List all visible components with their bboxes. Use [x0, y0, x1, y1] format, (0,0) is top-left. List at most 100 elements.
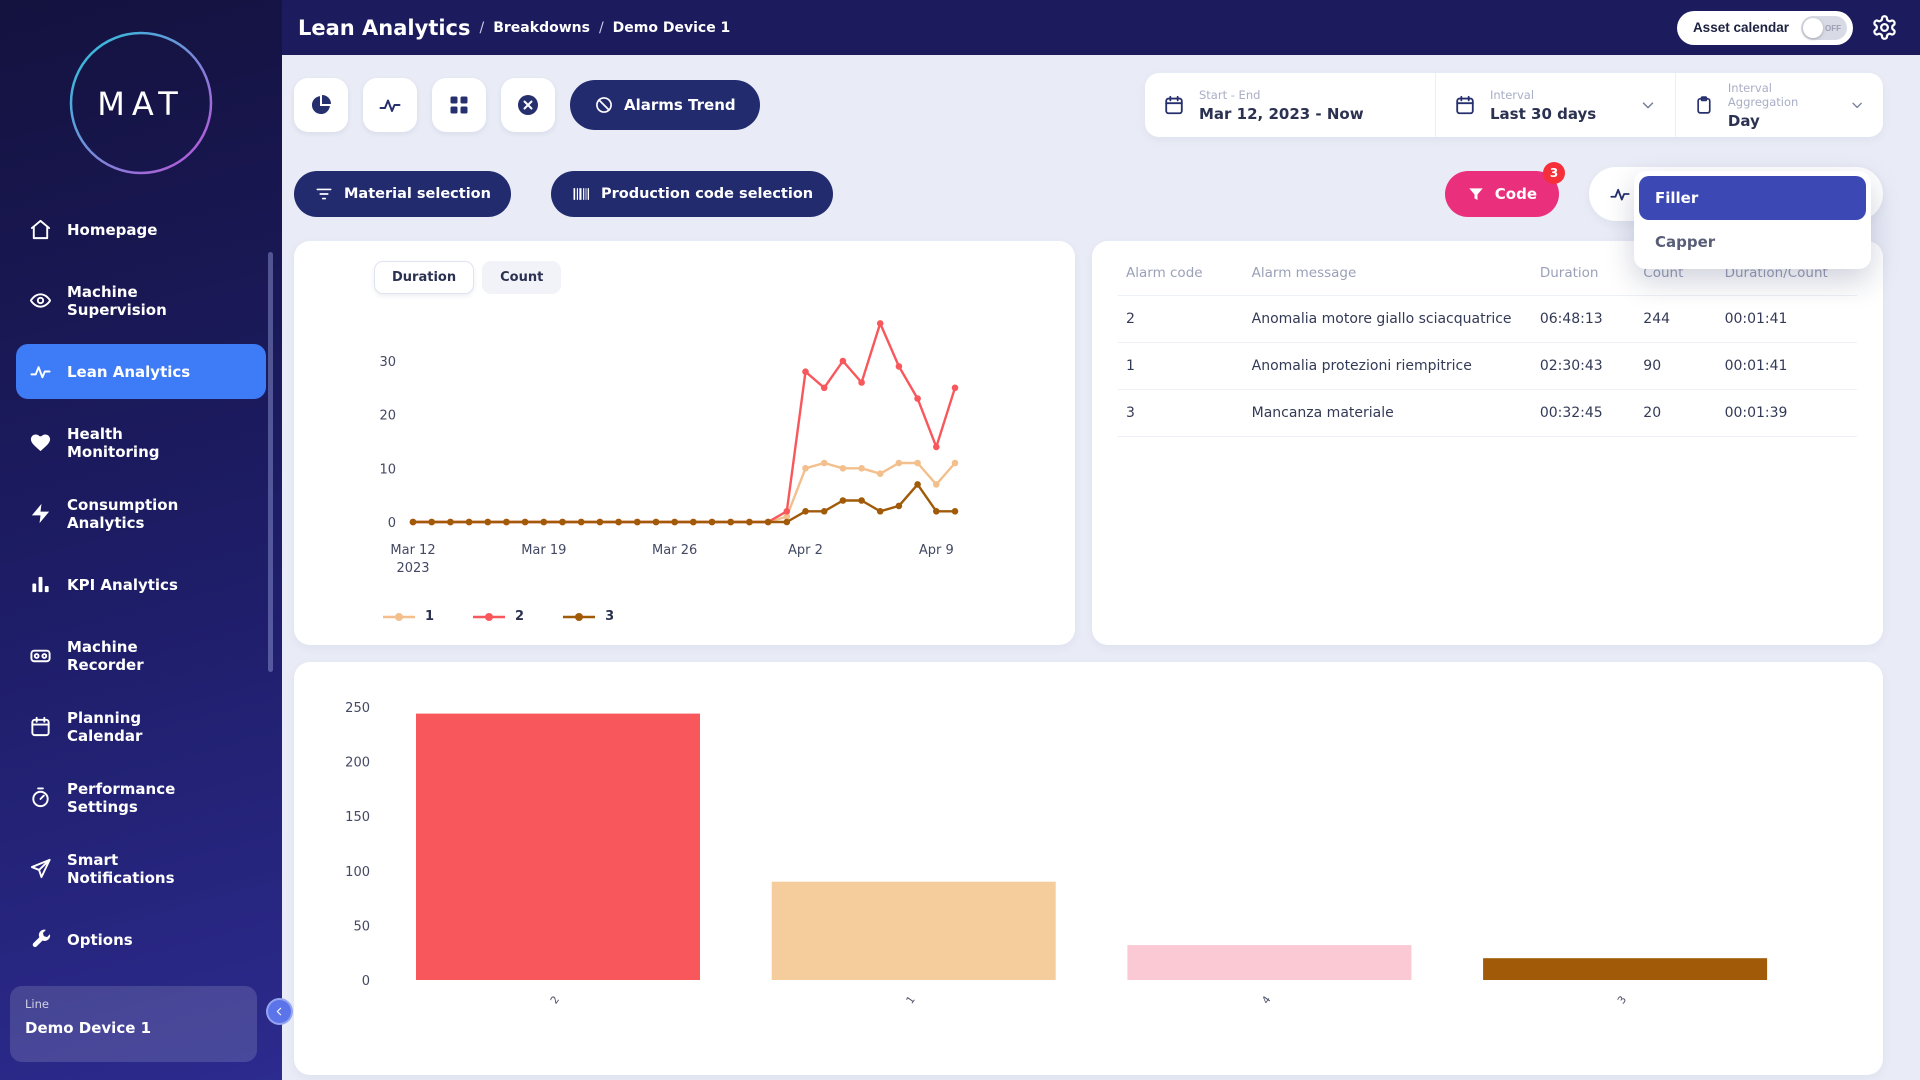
toggle-knob	[1803, 18, 1823, 38]
svg-text:2023: 2023	[396, 561, 429, 576]
production-code-selection-button[interactable]: Production code selection	[551, 171, 833, 217]
svg-text:1: 1	[904, 994, 918, 1006]
material-selection-button[interactable]: Material selection	[294, 171, 511, 217]
svg-text:100: 100	[345, 865, 370, 880]
sidebar-item-health-monitoring[interactable]: Health Monitoring	[16, 415, 266, 470]
asset-calendar-toggle[interactable]: Asset calendar OFF	[1677, 11, 1853, 45]
sidebar-item-label: Health Monitoring	[67, 425, 219, 461]
table-cell: 02:30:43	[1532, 343, 1635, 390]
asset-calendar-label: Asset calendar	[1693, 20, 1789, 35]
svg-text:200: 200	[345, 756, 370, 771]
date-range-card: Start - End Mar 12, 2023 - Now Interval …	[1145, 73, 1883, 137]
table-cell: 3	[1118, 390, 1244, 437]
device-card[interactable]: Line Demo Device 1	[10, 986, 257, 1062]
calendar-icon	[1454, 94, 1476, 116]
alarms-trend-button[interactable]: Alarms Trend	[570, 80, 760, 130]
chevron-left-icon	[273, 1005, 286, 1018]
breadcrumb-breakdowns[interactable]: Breakdowns	[493, 20, 590, 36]
table-cell: 06:48:13	[1532, 296, 1635, 343]
charts-row: DurationCount 0102030Mar 122023Mar 19Mar…	[294, 241, 1883, 645]
table-row[interactable]: 3Mancanza materiale00:32:452000:01:39	[1118, 390, 1857, 437]
view-switcher	[294, 78, 555, 132]
grid-view-button[interactable]	[432, 78, 486, 132]
table-cell: Mancanza materiale	[1244, 390, 1532, 437]
sidebar-item-label: Smart Notifications	[67, 851, 219, 887]
sidebar-item-consumption-analytics[interactable]: Consumption Analytics	[16, 486, 266, 541]
legend-item-1[interactable]: 1	[382, 609, 434, 624]
svg-text:20: 20	[379, 409, 396, 424]
gear-icon[interactable]	[1871, 14, 1898, 41]
code-filter-button[interactable]: Code 3	[1445, 171, 1559, 217]
table-cell: 00:01:39	[1717, 390, 1857, 437]
table-cell: 244	[1635, 296, 1716, 343]
recorder-icon	[29, 644, 52, 667]
sidebar-item-label: Consumption Analytics	[67, 496, 219, 532]
top-bar: Lean Analytics / Breakdowns / Demo Devic…	[0, 0, 1920, 55]
sidebar: MAT Homepage Machine Supervision Lean An…	[0, 0, 282, 1080]
svg-text:Mar 12: Mar 12	[390, 543, 435, 558]
sidebar-item-label: Homepage	[67, 221, 157, 239]
svg-text:Mar 19: Mar 19	[521, 543, 566, 558]
svg-text:3: 3	[1616, 994, 1630, 1006]
column-header-alarm-code: Alarm code	[1118, 241, 1244, 296]
table-row[interactable]: 1Anomalia protezioni riempitrice02:30:43…	[1118, 343, 1857, 390]
close-circle-view-button[interactable]	[501, 78, 555, 132]
date-range-value: Mar 12, 2023 - Now	[1199, 105, 1364, 123]
toolbar-row: Alarms Trend Start - End Mar 12, 2023 - …	[294, 73, 1883, 137]
sidebar-item-options[interactable]: Options	[16, 912, 266, 967]
sidebar-item-planning-calendar[interactable]: Planning Calendar	[16, 699, 266, 754]
alarm-table-card: Alarm codeAlarm messageDurationCountDura…	[1092, 241, 1883, 645]
sidebar-item-label: Machine Recorder	[67, 638, 219, 674]
table-row[interactable]: 2Anomalia motore giallo sciacquatrice06:…	[1118, 296, 1857, 343]
sidebar-item-performance-settings[interactable]: Performance Settings	[16, 770, 266, 825]
sidebar-item-homepage[interactable]: Homepage	[16, 202, 266, 257]
alarm-count-bar-card: 0501001502002502143	[294, 662, 1883, 1075]
pie-chart-icon	[309, 93, 333, 117]
pie-chart-view-button[interactable]	[294, 78, 348, 132]
close-circle-icon	[516, 93, 540, 117]
tab-count[interactable]: Count	[482, 261, 561, 294]
sidebar-item-machine-recorder[interactable]: Machine Recorder	[16, 628, 266, 683]
sidebar-scrollbar[interactable]	[268, 252, 273, 672]
breadcrumb-device[interactable]: Demo Device 1	[613, 20, 731, 36]
filter-icon	[1467, 185, 1485, 203]
gauge-icon	[29, 786, 52, 809]
alarms-trend-label: Alarms Trend	[624, 96, 736, 114]
interval-select[interactable]: Interval Last 30 days	[1435, 73, 1675, 137]
dropdown-option-capper[interactable]: Capper	[1639, 220, 1866, 264]
line-chart-view-button[interactable]	[363, 78, 417, 132]
aggregation-select[interactable]: Interval Aggregation Day	[1675, 73, 1883, 137]
svg-text:150: 150	[345, 810, 370, 825]
tab-duration[interactable]: Duration	[374, 261, 474, 294]
svg-text:0: 0	[388, 516, 396, 531]
breadcrumb-separator: /	[599, 20, 604, 36]
wrench-icon	[29, 928, 52, 951]
sidebar-item-machine-supervision[interactable]: Machine Supervision	[16, 273, 266, 328]
dropdown-option-filler[interactable]: Filler	[1639, 176, 1866, 220]
alarms-trend-card: DurationCount 0102030Mar 122023Mar 19Mar…	[294, 241, 1075, 645]
topbar-actions: Asset calendar OFF	[1677, 11, 1920, 45]
table-cell: 00:32:45	[1532, 390, 1635, 437]
sidebar-item-label: Lean Analytics	[67, 363, 190, 381]
sidebar-nav: Homepage Machine Supervision Lean Analyt…	[0, 202, 282, 967]
legend-item-3[interactable]: 3	[562, 609, 614, 624]
logo-text: MAT	[97, 85, 185, 123]
bolt-icon	[29, 502, 52, 525]
sidebar-item-label: Machine Supervision	[67, 283, 219, 319]
trend-icon	[29, 360, 52, 383]
legend-item-2[interactable]: 2	[472, 609, 524, 624]
calendar-icon	[1163, 94, 1185, 116]
date-range-picker[interactable]: Start - End Mar 12, 2023 - Now	[1145, 73, 1435, 137]
chevron-down-icon	[1849, 96, 1865, 114]
send-icon	[29, 857, 52, 880]
clipboard-icon	[1694, 94, 1714, 116]
home-icon	[29, 218, 52, 241]
interval-label: Interval	[1490, 88, 1596, 102]
sidebar-collapse-button[interactable]	[266, 998, 293, 1025]
sidebar-item-smart-notifications[interactable]: Smart Notifications	[16, 841, 266, 896]
toggle-switch[interactable]: OFF	[1801, 16, 1847, 40]
sidebar-item-lean-analytics[interactable]: Lean Analytics	[16, 344, 266, 399]
alarms-trend-line-chart: 0102030Mar 122023Mar 19Mar 26Apr 2Apr 9	[318, 303, 1018, 583]
sidebar-item-kpi-analytics[interactable]: KPI Analytics	[16, 557, 266, 612]
filter-dropdown: FillerCapper	[1634, 171, 1871, 269]
